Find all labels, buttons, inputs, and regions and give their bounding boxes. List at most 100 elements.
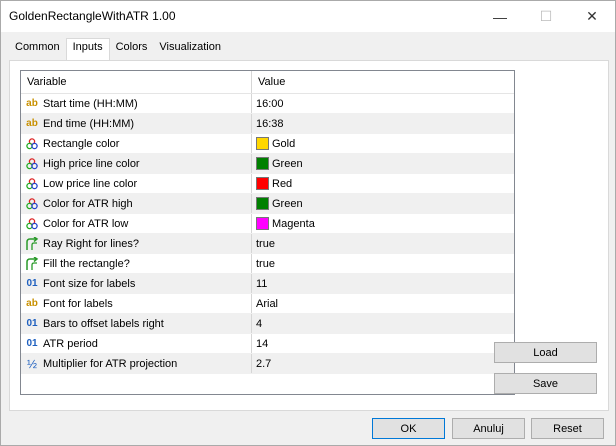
cancel-button[interactable]: Anuluj [452,418,525,439]
title-bar: GoldenRectangleWithATR 1.00 — ☐ ✕ [1,1,615,32]
variable-label: Start time (HH:MM) [43,97,138,110]
load-button[interactable]: Load [494,342,597,363]
value-cell[interactable]: Green [252,194,514,213]
value-cell[interactable]: Arial [252,294,514,313]
color-type-icon [25,157,39,171]
grid-row[interactable]: 01 ATR period 14 [21,334,514,354]
variable-cell: ½ Multiplier for ATR projection [21,354,252,373]
grid-row[interactable]: ab Start time (HH:MM) 16:00 [21,94,514,114]
variable-label: Ray Right for lines? [43,237,139,250]
value-text: 16:00 [256,97,284,110]
value-text: true [256,257,275,270]
grid-row[interactable]: High price line color Green [21,154,514,174]
variable-label: ATR period [43,337,98,350]
header-variable[interactable]: Variable [21,71,252,93]
color-type-icon [25,177,39,191]
variable-cell: Color for ATR low [21,214,252,233]
tab-visualization[interactable]: Visualization [153,39,227,61]
value-text: 16:38 [256,117,284,130]
variable-label: End time (HH:MM) [43,117,135,130]
double-type-icon: ½ [26,356,37,371]
value-cell[interactable]: 16:38 [252,114,514,133]
tab-inputs[interactable]: Inputs [65,38,110,60]
variable-cell: 01 ATR period [21,334,252,353]
string-type-icon: ab [26,98,38,109]
value-text: 4 [256,317,263,330]
minimize-icon: — [493,8,507,25]
color-swatch [256,217,269,230]
value-text: true [256,237,275,250]
boolean-type-icon [25,236,39,251]
value-cell[interactable]: Gold [252,134,514,153]
variable-label: Font size for labels [43,277,136,290]
variable-label: High price line color [43,157,140,170]
value-text: Magenta [272,217,315,230]
variable-cell: ab End time (HH:MM) [21,114,252,133]
value-text: Gold [272,137,296,150]
variable-cell: High price line color [21,154,252,173]
maximize-button[interactable]: ☐ [523,1,569,32]
grid-row[interactable]: Low price line color Red [21,174,514,194]
grid-rows: ab Start time (HH:MM) 16:00 ab End time (HH:… [21,94,514,374]
grid-row[interactable]: Color for ATR high Green [21,194,514,214]
value-cell[interactable]: 11 [252,274,514,293]
grid-row[interactable]: ½ Multiplier for ATR projection 2.7 [21,354,514,374]
grid-row[interactable]: ab End time (HH:MM) 16:38 [21,114,514,134]
color-swatch [256,197,269,210]
grid-row[interactable]: Color for ATR low Magenta [21,214,514,234]
grid-row[interactable]: 01 Bars to offset labels right 4 [21,314,514,334]
color-swatch [256,157,269,170]
value-cell[interactable]: 16:00 [252,94,514,113]
string-type-icon: ab [26,298,38,309]
color-swatch [256,177,269,190]
variable-cell: 01 Bars to offset labels right [21,314,252,333]
value-cell[interactable]: Green [252,154,514,173]
header-value[interactable]: Value [252,71,514,93]
variable-cell: ab Font for labels [21,294,252,313]
variable-cell: Rectangle color [21,134,252,153]
color-type-icon [25,217,39,231]
variable-cell: Fill the rectangle? [21,254,252,273]
value-text: Red [272,177,293,190]
value-text: Green [272,197,303,210]
variable-cell: Low price line color [21,174,252,193]
string-type-icon: ab [26,118,38,129]
grid-header: Variable Value [21,71,514,94]
inputs-grid: Variable Value ab Start time (HH:MM) 16:00… [20,70,515,395]
value-cell[interactable]: Red [252,174,514,193]
value-cell[interactable]: true [252,254,514,273]
value-cell[interactable]: 14 [252,334,514,353]
value-cell[interactable]: Magenta [252,214,514,233]
grid-row[interactable]: ab Font for labels Arial [21,294,514,314]
value-text: 11 [256,277,268,290]
value-text: 2.7 [256,357,272,370]
tab-colors[interactable]: Colors [110,39,154,61]
maximize-icon: ☐ [539,8,553,24]
variable-label: Fill the rectangle? [43,257,130,270]
minimize-button[interactable]: — [477,1,523,32]
tab-common[interactable]: Common [9,39,66,61]
reset-button[interactable]: Reset [531,418,604,439]
variable-label: Color for ATR high [43,197,133,210]
variable-label: Low price line color [43,177,138,190]
value-cell[interactable]: 2.7 [252,354,514,373]
grid-row[interactable]: Fill the rectangle? true [21,254,514,274]
grid-row[interactable]: Ray Right for lines? true [21,234,514,254]
value-cell[interactable]: 4 [252,314,514,333]
tab-strip: Common Inputs Colors Visualization [9,38,227,61]
variable-cell: ab Start time (HH:MM) [21,94,252,113]
integer-type-icon: 01 [26,278,38,289]
color-swatch [256,137,269,150]
variable-label: Multiplier for ATR projection [43,357,178,370]
value-text: Green [272,157,303,170]
value-cell[interactable]: true [252,234,514,253]
ok-button[interactable]: OK [372,418,445,439]
color-type-icon [25,137,39,151]
variable-cell: Color for ATR high [21,194,252,213]
close-button[interactable]: ✕ [569,1,615,32]
save-button[interactable]: Save [494,373,597,394]
value-text: Arial [256,297,279,310]
grid-row[interactable]: Rectangle color Gold [21,134,514,154]
grid-row[interactable]: 01 Font size for labels 11 [21,274,514,294]
color-type-icon [25,197,39,211]
